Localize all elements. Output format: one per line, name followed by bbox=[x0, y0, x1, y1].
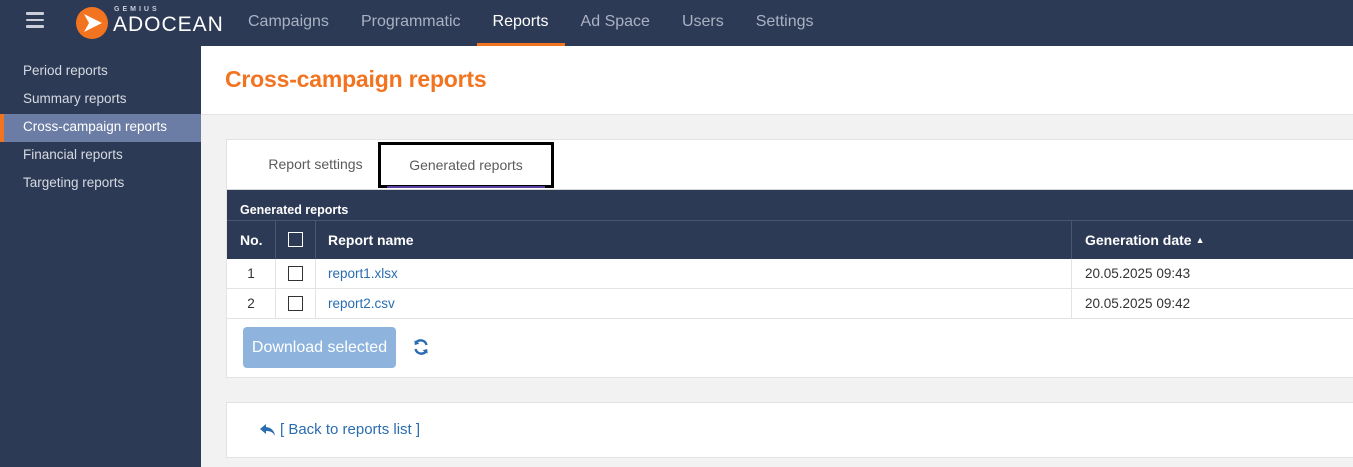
back-link-label: [ Back to reports list ] bbox=[280, 421, 421, 438]
nav-settings[interactable]: Settings bbox=[740, 0, 830, 46]
nav-programmatic[interactable]: Programmatic bbox=[345, 0, 477, 46]
sidebar-item-summary-reports[interactable]: Summary reports bbox=[0, 86, 201, 114]
row-checkbox[interactable] bbox=[288, 266, 303, 281]
sidebar-item-financial-reports[interactable]: Financial reports bbox=[0, 142, 201, 170]
hamburger-menu-icon[interactable] bbox=[26, 12, 44, 28]
logo-wordmark: ADOCEAN bbox=[113, 13, 224, 36]
adocean-logo[interactable]: GEMIUS ADOCEAN bbox=[76, 5, 224, 39]
page-title: Cross-campaign reports bbox=[225, 66, 487, 92]
main-nav: Campaigns Programmatic Reports Ad Space … bbox=[232, 0, 830, 46]
row-select-cell bbox=[275, 259, 316, 288]
sidebar-item-cross-campaign-reports[interactable]: Cross-campaign reports bbox=[0, 114, 201, 142]
table-caption: Generated reports bbox=[240, 203, 349, 217]
tab-generated-reports[interactable]: Generated reports bbox=[378, 142, 554, 188]
nav-ad-space[interactable]: Ad Space bbox=[565, 0, 666, 46]
nav-reports[interactable]: Reports bbox=[476, 0, 565, 46]
sidebar-item-period-reports[interactable]: Period reports bbox=[0, 58, 201, 86]
row-number: 2 bbox=[247, 296, 255, 311]
table-row: 2 report2.csv 20.05.2025 09:42 bbox=[227, 289, 1353, 319]
row-select-cell bbox=[275, 289, 316, 318]
select-all-checkbox[interactable] bbox=[288, 232, 303, 247]
column-header-select bbox=[275, 221, 316, 259]
column-header-generation-date[interactable]: Generation date ▲︎ bbox=[1071, 221, 1353, 259]
column-header-report-name: Report name bbox=[328, 232, 414, 248]
top-navbar: GEMIUS ADOCEAN Campaigns Programmatic Re… bbox=[0, 0, 1353, 46]
column-header-no: No. bbox=[240, 232, 263, 248]
footer-card: [ Back to reports list ] bbox=[226, 402, 1353, 458]
column-header-generation-date-label: Generation date bbox=[1085, 232, 1192, 248]
refresh-icon[interactable] bbox=[412, 338, 430, 356]
table-header-row: No. Report name Generation date ▲︎ bbox=[227, 220, 1353, 259]
tab-generated-reports-label: Generated reports bbox=[409, 157, 523, 173]
tab-bar: Report settings Generated reports bbox=[227, 140, 1353, 190]
row-number: 1 bbox=[247, 266, 255, 281]
tab-report-settings[interactable]: Report settings bbox=[245, 140, 386, 189]
sidebar: Period reports Summary reports Cross-cam… bbox=[0, 46, 201, 467]
sort-icon[interactable]: ▲︎ bbox=[1196, 235, 1205, 245]
logo-subtitle: GEMIUS bbox=[114, 6, 160, 13]
logo-mark-icon bbox=[76, 7, 108, 39]
table-header: Generated reports No. Report name Genera… bbox=[227, 190, 1353, 259]
reply-arrow-icon bbox=[260, 423, 275, 436]
sidebar-item-targeting-reports[interactable]: Targeting reports bbox=[0, 170, 201, 198]
generation-date: 20.05.2025 09:42 bbox=[1071, 289, 1353, 318]
table-row: 1 report1.xlsx 20.05.2025 09:43 bbox=[227, 259, 1353, 289]
nav-campaigns[interactable]: Campaigns bbox=[232, 0, 345, 46]
active-tab-indicator bbox=[387, 186, 545, 188]
report-link[interactable]: report2.csv bbox=[328, 289, 395, 318]
report-link[interactable]: report1.xlsx bbox=[328, 259, 398, 288]
nav-users[interactable]: Users bbox=[666, 0, 740, 46]
generation-date: 20.05.2025 09:43 bbox=[1071, 259, 1353, 288]
reports-card: Report settings Generated reports Genera… bbox=[226, 139, 1353, 378]
back-to-reports-link[interactable]: [ Back to reports list ] bbox=[259, 421, 420, 438]
page-header: Cross-campaign reports bbox=[201, 46, 1353, 115]
download-selected-button[interactable]: Download selected bbox=[243, 327, 396, 368]
row-checkbox[interactable] bbox=[288, 296, 303, 311]
